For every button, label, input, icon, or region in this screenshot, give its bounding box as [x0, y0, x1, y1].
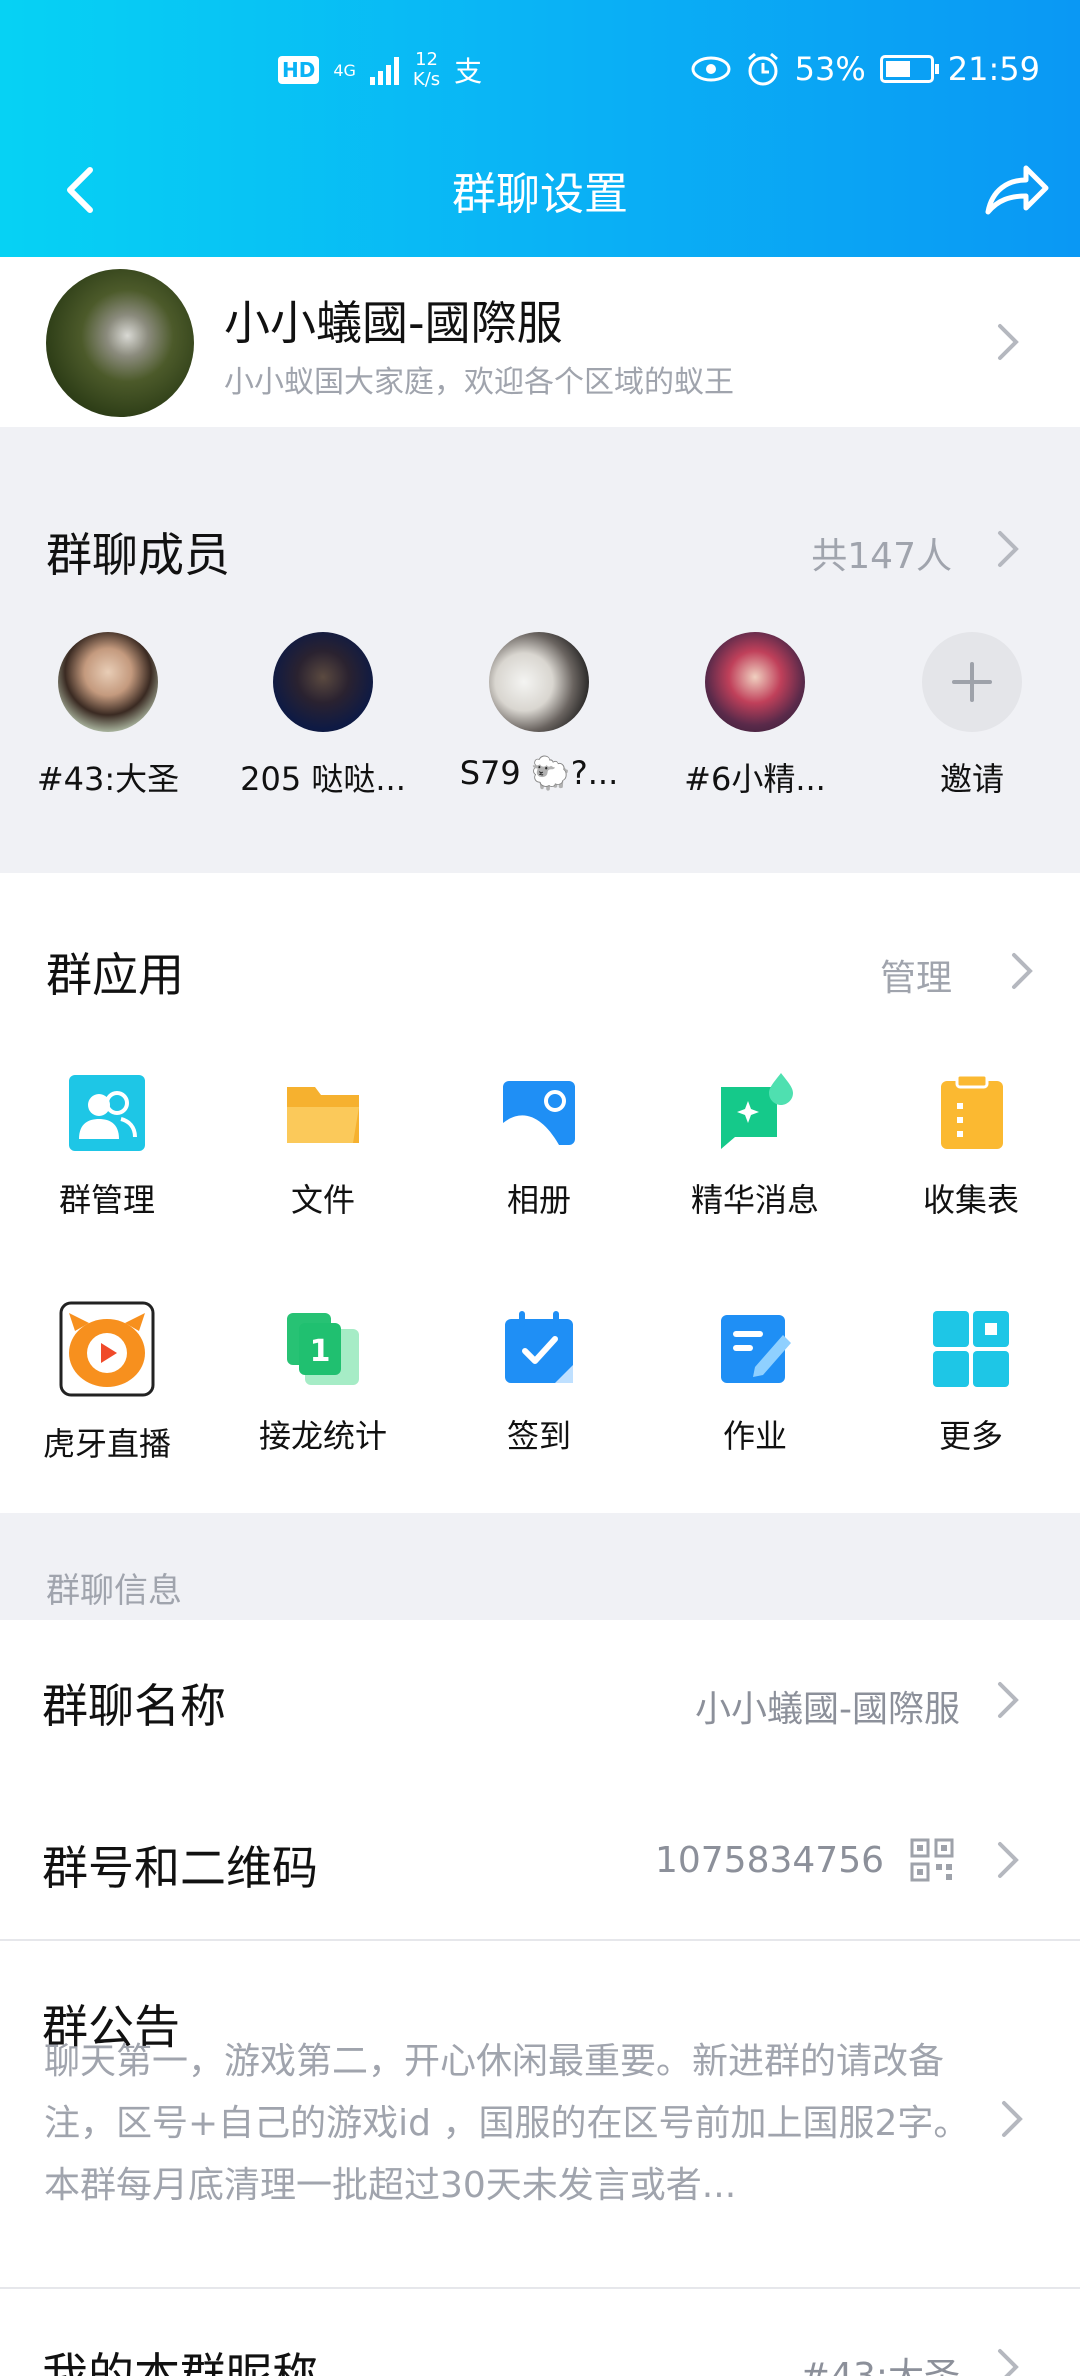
- network-type: 4G: [333, 60, 356, 80]
- group-notice-row[interactable]: 群公告 聊天第一，游戏第二，开心休闲最重要。新进群的请改备注，区号+自己的游戏i…: [0, 1941, 1080, 2287]
- app-label: 精华消息: [690, 1181, 819, 1219]
- member-item[interactable]: #43:大圣: [8, 632, 208, 800]
- row-label: 群号和二维码: [42, 1841, 318, 1895]
- plus-icon: [922, 632, 1022, 732]
- app-label: 相册: [506, 1181, 571, 1219]
- group-name-row[interactable]: 群聊名称 小小蟻國-國際服: [0, 1620, 1080, 1782]
- app-album[interactable]: 相册: [449, 1073, 629, 1221]
- chevron-right-icon: [996, 322, 1020, 362]
- group-admin-icon: [69, 1075, 145, 1151]
- essence-message-icon: [719, 1073, 793, 1149]
- member-name: #43:大圣: [36, 760, 180, 798]
- apps-title: 群应用: [46, 948, 184, 1002]
- avatar: [273, 632, 373, 732]
- info-section-title: 群聊信息: [46, 1571, 182, 1611]
- group-id-row[interactable]: 群号和二维码 1075834756: [0, 1782, 1080, 1940]
- row-label: 群聊名称: [42, 1679, 226, 1733]
- app-label: 接龙统计: [258, 1417, 387, 1455]
- checkin-icon: [505, 1311, 573, 1383]
- alarm-icon: [747, 52, 778, 86]
- group-name: 小小蟻國-國際服: [224, 296, 563, 350]
- avatar: [489, 632, 589, 732]
- qr-code-icon: [910, 1838, 954, 1882]
- app-files[interactable]: 文件: [233, 1073, 413, 1221]
- battery-icon: [879, 55, 939, 83]
- app-more[interactable]: 更多: [881, 1309, 1061, 1457]
- homework-icon: [721, 1315, 791, 1383]
- invite-button[interactable]: 邀请: [872, 632, 1072, 800]
- row-label: 我的本群昵称: [42, 2348, 318, 2376]
- app-label: 签到: [506, 1417, 571, 1455]
- signal-icon: [369, 55, 399, 85]
- header: HD 4G 12 K/s 支 53% 21:59 群聊设置: [0, 0, 1080, 257]
- folder-icon: [287, 1087, 359, 1143]
- avatar: [705, 632, 805, 732]
- app-label: 作业: [722, 1417, 787, 1455]
- status-bar: HD 4G 12 K/s 支 53% 21:59: [0, 50, 1080, 100]
- app-essence-messages[interactable]: 精华消息: [665, 1073, 845, 1221]
- app-group-admin[interactable]: 群管理: [17, 1073, 197, 1221]
- row-value: #43:大圣: [800, 2347, 960, 2376]
- group-avatar: [46, 269, 194, 417]
- group-apps-section: 群应用 管理 群管理 文件 相册 精华消息 收集表 虎牙直播 1 接龙统计 签到…: [0, 873, 1080, 1513]
- my-nickname-row[interactable]: 我的本群昵称 #43:大圣: [0, 2289, 1080, 2376]
- member-item[interactable]: #6小精...: [655, 632, 855, 800]
- chevron-right-icon: [996, 1680, 1020, 1720]
- app-label: 更多: [938, 1417, 1003, 1455]
- app-relay-stats[interactable]: 1 接龙统计: [233, 1309, 413, 1457]
- app-huya-live[interactable]: 虎牙直播: [17, 1301, 197, 1465]
- chevron-right-icon: [1010, 951, 1034, 991]
- more-grid-icon: [933, 1311, 1009, 1387]
- clock: 21:59: [947, 50, 1040, 88]
- members-section: 群聊成员 共147人 #43:大圣 205 哒哒... S79 🐑?... #6…: [0, 427, 1080, 873]
- nav-bar: 群聊设置: [0, 150, 1080, 230]
- info-section-header: 群聊信息: [0, 1513, 1080, 1620]
- app-label: 文件: [290, 1181, 355, 1219]
- relay-stats-icon: 1: [287, 1313, 359, 1385]
- app-label: 虎牙直播: [42, 1425, 171, 1463]
- app-collection-form[interactable]: 收集表: [881, 1073, 1061, 1221]
- member-item[interactable]: 205 哒哒...: [223, 632, 423, 800]
- network-speed: 12 K/s: [412, 49, 441, 90]
- group-id-value: 1075834756: [654, 1840, 884, 1881]
- payment-icon: 支: [454, 55, 483, 88]
- members-title: 群聊成员: [46, 528, 230, 582]
- app-homework[interactable]: 作业: [665, 1309, 845, 1457]
- huya-live-icon: [59, 1301, 155, 1397]
- invite-label: 邀请: [939, 760, 1004, 798]
- member-name: #6小精...: [684, 760, 826, 798]
- app-label: 收集表: [922, 1181, 1019, 1219]
- member-item[interactable]: S79 🐑?...: [439, 632, 639, 792]
- app-checkin[interactable]: 签到: [449, 1309, 629, 1457]
- battery-percent: 53%: [794, 50, 866, 88]
- svg-text:1: 1: [310, 1334, 331, 1369]
- group-description: 小小蚁国大家庭，欢迎各个区域的蚁王: [224, 365, 734, 400]
- group-card[interactable]: 小小蟻國-國際服 小小蚁国大家庭，欢迎各个区域的蚁王: [0, 257, 1080, 427]
- collection-form-icon: [941, 1073, 1003, 1149]
- app-label: 群管理: [58, 1181, 155, 1219]
- album-icon: [503, 1081, 575, 1145]
- notice-text: 聊天第一，游戏第二，开心休闲最重要。新进群的请改备注，区号+自己的游戏id ，国…: [44, 2041, 970, 2206]
- chevron-right-icon: [996, 529, 1020, 569]
- chevron-right-icon: [996, 2347, 1020, 2376]
- row-value: 小小蟻國-國際服: [695, 1689, 960, 1730]
- member-name: S79 🐑?...: [459, 754, 619, 792]
- manage-link[interactable]: 管理: [880, 949, 952, 1001]
- eye-icon: [691, 56, 731, 82]
- chevron-right-icon: [996, 1840, 1020, 1880]
- member-name: 205 哒哒...: [240, 760, 406, 798]
- share-icon[interactable]: [982, 156, 1052, 220]
- member-count[interactable]: 共147人: [811, 527, 952, 579]
- avatar: [58, 632, 158, 732]
- chevron-right-icon: [1000, 2099, 1024, 2139]
- hd-badge: HD: [278, 56, 320, 84]
- page-title: 群聊设置: [452, 169, 628, 220]
